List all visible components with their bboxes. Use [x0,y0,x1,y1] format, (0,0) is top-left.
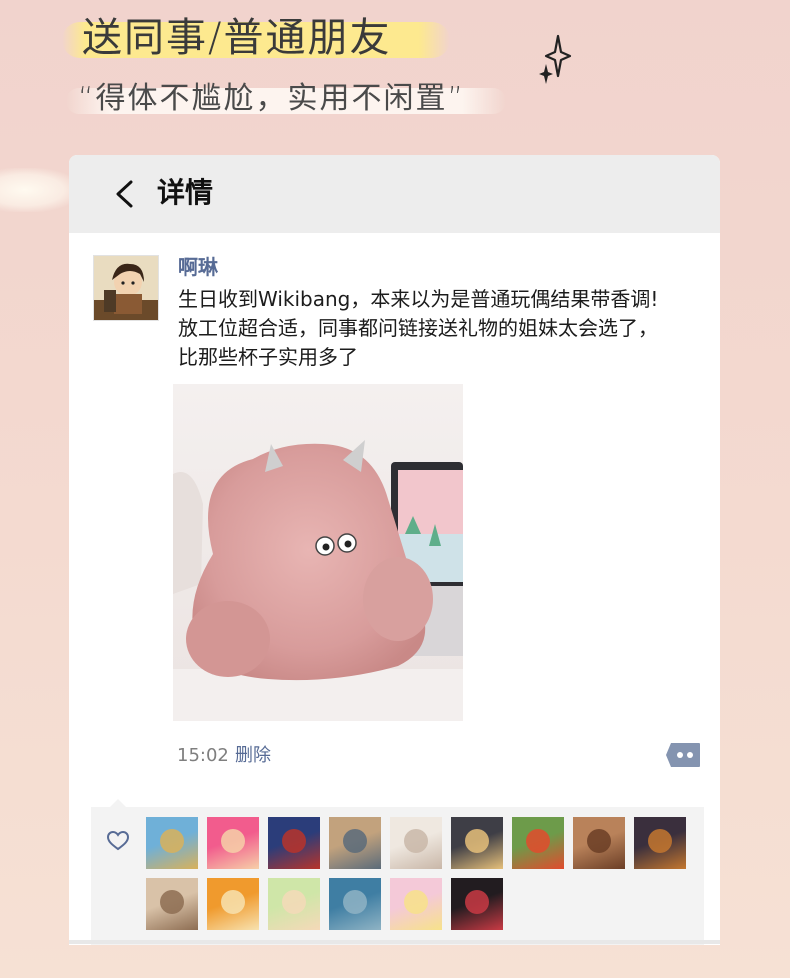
avatar-figure [282,890,306,914]
avatar-figure [465,829,489,853]
like-avatar-8[interactable] [573,817,625,869]
avatar-figure [343,829,367,853]
like-avatar-6[interactable] [451,817,503,869]
like-avatar-12[interactable] [268,878,320,930]
like-avatar-4[interactable] [329,817,381,869]
avatar-figure [404,890,428,914]
like-avatar-11[interactable] [207,878,259,930]
like-avatar-13[interactable] [329,878,381,930]
heart-icon [107,831,129,851]
avatar-figure [343,890,367,914]
like-avatar-10[interactable] [146,878,198,930]
like-avatar-14[interactable] [390,878,442,930]
delete-link[interactable]: 删除 [235,743,271,769]
avatar-figure [648,829,672,853]
cloud-decoration [0,168,80,212]
like-avatar-1[interactable] [146,817,198,869]
like-avatar-9[interactable] [634,817,686,869]
page-title: 详情 [157,176,214,209]
like-avatar-2[interactable] [207,817,259,869]
like-avatar-15[interactable] [451,878,503,930]
subline: “得体不尴尬，实用不闲置” [78,81,466,116]
post-text-line: 放工位超合适，同事都问链接送礼物的姐妹太会选了， [178,316,658,340]
avatar-figure [404,829,428,853]
post-photo[interactable] [173,384,463,721]
post-time: 15:02 [177,745,229,766]
back-arrow-icon[interactable] [113,179,135,209]
plush-monster-image [173,384,463,721]
like-avatar-3[interactable] [268,817,320,869]
post-text-line: 生日收到Wikibang，本来以为是普通玩偶结果带香调! [178,287,659,311]
avatar-figure [221,890,245,914]
avatar-figure [160,890,184,914]
avatar-illustration [94,256,158,320]
likes-panel [91,807,704,945]
avatar-figure [526,829,550,853]
like-avatar-5[interactable] [390,817,442,869]
like-avatar-7[interactable] [512,817,564,869]
avatar[interactable] [93,255,159,321]
comment-more-icon[interactable] [665,742,701,768]
bottom-bar [69,940,720,944]
avatar-figure [221,829,245,853]
post-text: 生日收到Wikibang，本来以为是普通玩偶结果带香调! 放工位超合适，同事都问… [178,285,708,372]
avatar-figure [465,890,489,914]
headline: 送同事/普通朋友 [82,15,392,61]
avatar-figure [282,829,306,853]
post-text-line: 比那些杯子实用多了 [178,345,358,369]
detail-header: 详情 [69,155,720,233]
avatar-figure [587,829,611,853]
username[interactable]: 啊琳 [178,253,218,281]
moment-card: 详情 啊琳 生日收到Wikibang，本来以为是普通玩偶结果带香调! 放工位超合… [69,155,720,945]
avatar-figure [160,829,184,853]
sparkle-icon [539,34,572,84]
